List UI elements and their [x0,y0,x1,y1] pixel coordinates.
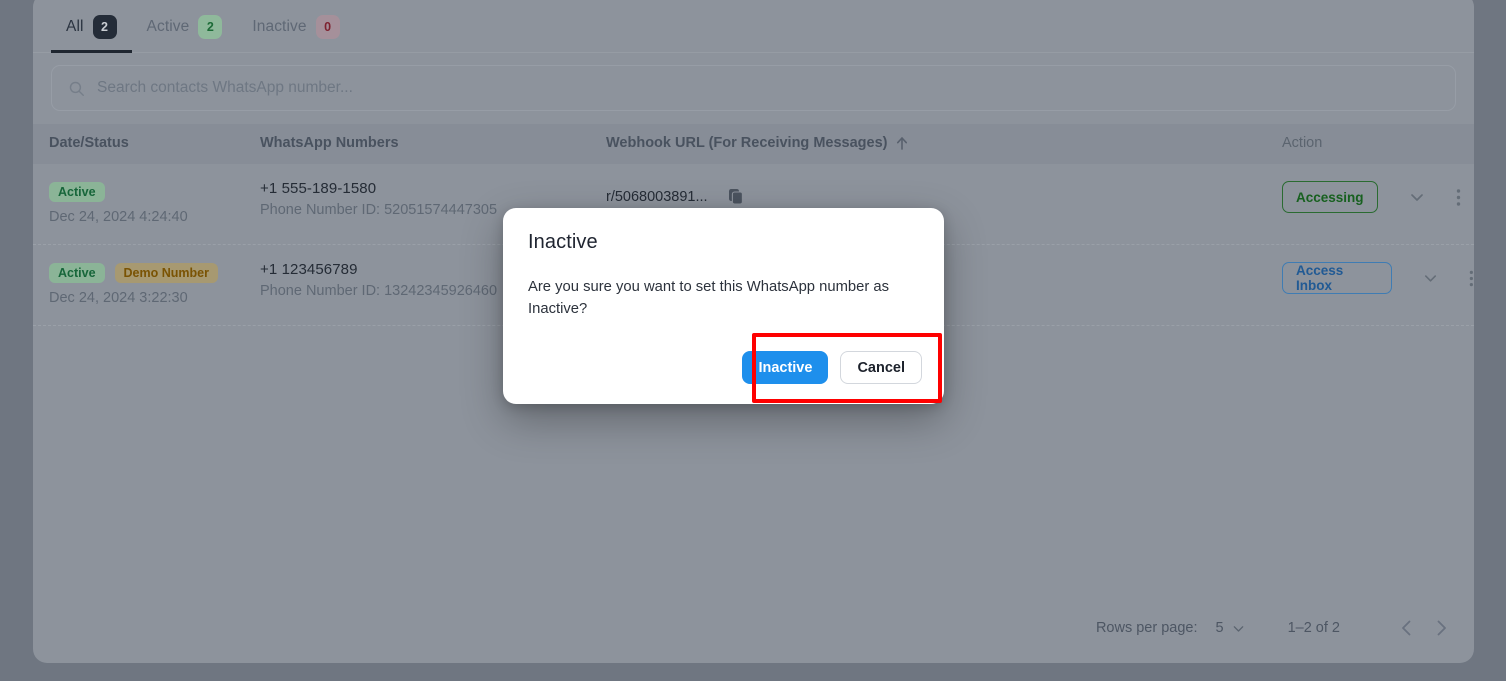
cell-date-status: Active Dec 24, 2024 4:24:40 [49,182,188,225]
row-timestamp: Dec 24, 2024 3:22:30 [49,290,188,306]
tab-active-label: Active [146,18,190,35]
chevron-down-icon [1233,625,1243,632]
more-vertical-icon[interactable] [1456,188,1461,207]
column-header-date-status: Date/Status [49,135,129,151]
status-filter-tabs: All 2 Active 2 Inactive 0 [33,2,1474,53]
status-badge: Active [49,263,105,283]
tab-all[interactable]: All 2 [51,2,132,53]
dialog-message: Are you sure you want to set this WhatsA… [528,279,890,317]
tab-inactive-count: 0 [315,15,340,39]
arrow-up-icon [897,137,908,150]
table-header-row: Date/Status WhatsApp Numbers Webhook URL… [33,124,1474,164]
row-timestamp: Dec 24, 2024 4:24:40 [49,209,188,225]
demo-number-badge: Demo Number [114,263,218,283]
column-header-webhook-url-label: Webhook URL (For Receiving Messages) [606,135,888,151]
webhook-url-text: r/5068003891... [606,188,708,205]
confirmation-dialog: Inactive Are you sure you want to set th… [503,208,944,404]
cell-action: Accessing [1282,181,1461,213]
chevron-down-icon[interactable] [1408,188,1426,206]
tab-inactive[interactable]: Inactive 0 [237,2,354,53]
cell-webhook-url: r/5068003891... [606,188,744,205]
whatsapp-number: +1 555-189-1580 [260,180,377,197]
cell-whatsapp-number: +1 123456789 Phone Number ID: 1324234592… [260,261,497,299]
column-header-whatsapp-numbers: WhatsApp Numbers [260,135,399,151]
chevron-left-icon[interactable] [1396,617,1418,639]
cell-whatsapp-number: +1 555-189-1580 Phone Number ID: 5205157… [260,180,497,218]
phone-number-id: Phone Number ID: 52051574447305 [260,202,498,218]
accessing-button[interactable]: Accessing [1282,181,1378,213]
column-header-webhook-url[interactable]: Webhook URL (For Receiving Messages) [606,135,908,151]
status-badges: Active [49,182,188,202]
search-placeholder: Search contacts WhatsApp number... [97,79,353,96]
pagination-bar: Rows per page: 5 1–2 of 2 [1096,617,1452,639]
dialog-actions: Inactive Cancel [742,351,922,384]
tab-active-count: 2 [198,15,223,39]
more-vertical-icon[interactable] [1469,269,1474,288]
rows-per-page-select[interactable]: 5 [1216,620,1246,636]
chevron-right-icon[interactable] [1430,617,1452,639]
cell-date-status: Active Demo Number Dec 24, 2024 3:22:30 [49,263,218,306]
whatsapp-number: +1 123456789 [260,261,358,278]
phone-number-id: Phone Number ID: 13242345926460 [260,283,498,299]
cell-action: Access Inbox [1282,262,1474,294]
status-badge: Active [49,182,105,202]
cancel-button[interactable]: Cancel [840,351,922,384]
tab-all-count: 2 [92,15,117,39]
search-input[interactable]: Search contacts WhatsApp number... [51,65,1456,111]
column-header-action: Action [1282,135,1323,151]
page-range-label: 1–2 of 2 [1287,620,1340,636]
search-area: Search contacts WhatsApp number... [51,65,1456,111]
chevron-down-icon[interactable] [1422,269,1439,287]
dialog-title: Inactive [528,231,598,253]
page-background: All 2 Active 2 Inactive 0 Search contact… [0,0,1506,681]
rows-per-page-value: 5 [1215,620,1224,636]
status-badges: Active Demo Number [49,263,218,283]
copy-icon[interactable] [728,188,744,205]
tab-active[interactable]: Active 2 [132,2,238,53]
confirm-inactive-button[interactable]: Inactive [742,351,829,384]
access-inbox-button[interactable]: Access Inbox [1282,262,1393,294]
search-icon [69,81,84,96]
tab-inactive-label: Inactive [252,18,307,35]
rows-per-page-label: Rows per page: [1095,620,1198,636]
tab-all-label: All [66,18,84,35]
